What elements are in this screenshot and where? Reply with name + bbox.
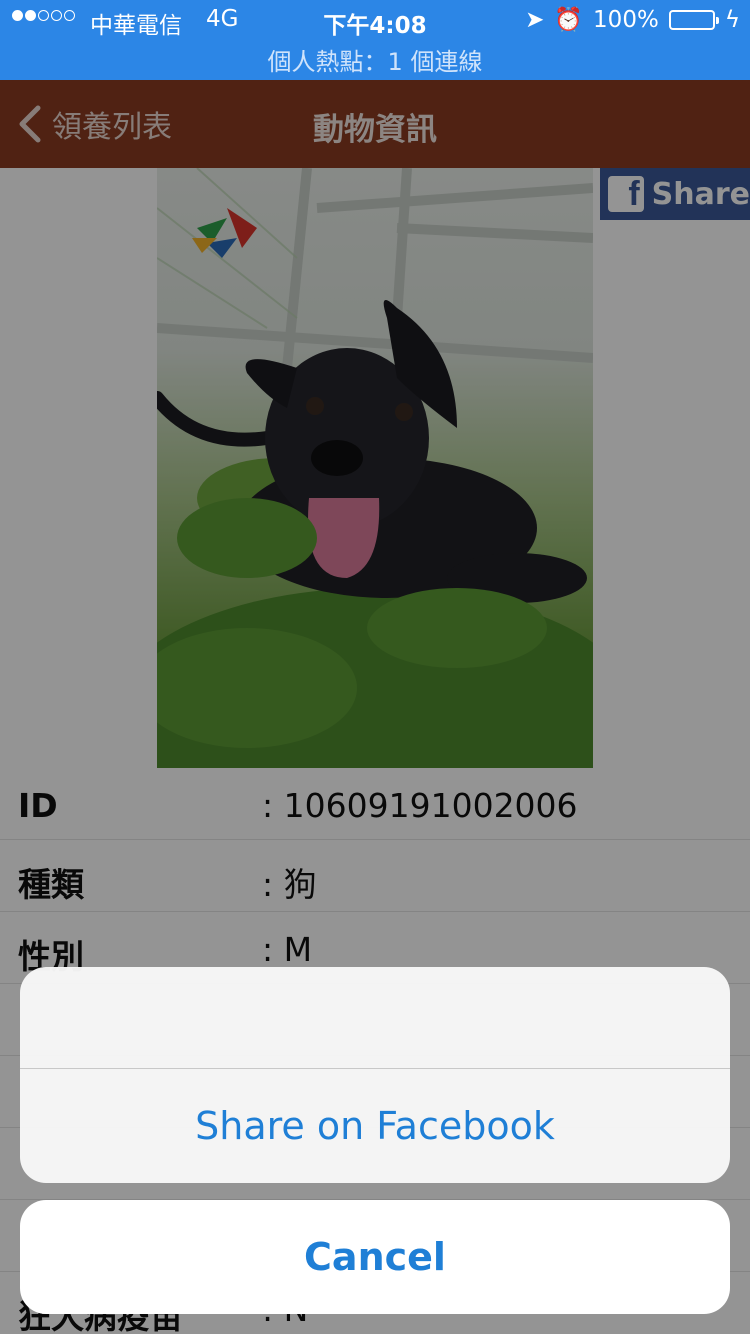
alarm-icon: ⏰ <box>554 7 584 33</box>
screen: 中華電信 4G 下午4:08 ➤ ⏰ 100% ϟ 個人熱點：1 個連線 領養列… <box>0 0 750 1334</box>
location-icon: ➤ <box>525 6 545 33</box>
battery-icon <box>668 9 719 30</box>
share-on-facebook-button[interactable]: Share on Facebook <box>20 1069 730 1183</box>
hotspot-banner[interactable]: 個人熱點：1 個連線 <box>0 42 750 77</box>
status-bar: 中華電信 4G 下午4:08 ➤ ⏰ 100% ϟ 個人熱點：1 個連線 <box>0 0 750 80</box>
charging-icon: ϟ <box>724 6 740 33</box>
battery-percent: 100% <box>593 6 659 33</box>
cancel-button[interactable]: Cancel <box>20 1200 730 1314</box>
action-sheet: Share on Facebook <box>20 967 730 1183</box>
action-sheet-header <box>20 967 730 1069</box>
